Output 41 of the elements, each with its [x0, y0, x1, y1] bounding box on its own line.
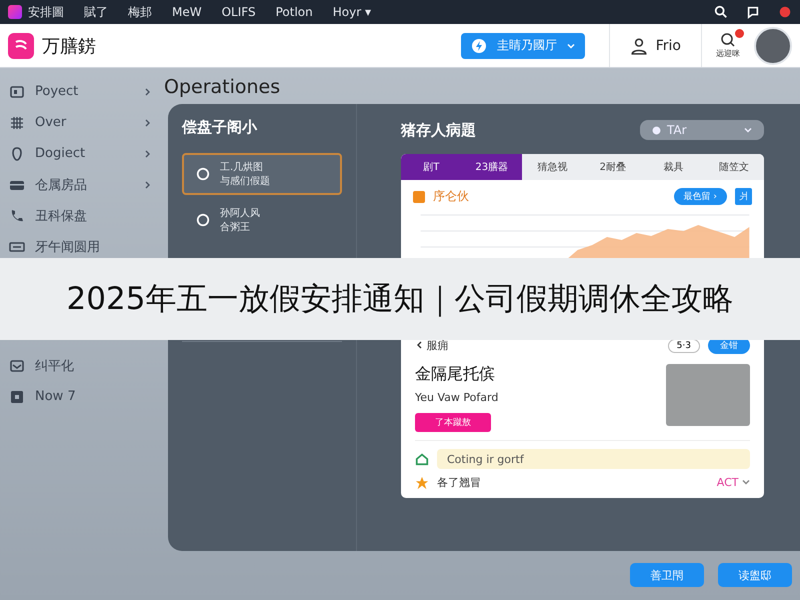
- section-heading: 猪存人病題: [401, 120, 476, 140]
- list-item[interactable]: 孙阿人风 合粥王: [182, 199, 342, 241]
- list-item[interactable]: 工.几烘图 与感们假题: [182, 153, 342, 195]
- sidebar-item[interactable]: 仓属房品: [0, 169, 160, 200]
- tab[interactable]: 2耐叠: [582, 154, 643, 180]
- menu-item[interactable]: MeW: [172, 5, 202, 19]
- primary-button[interactable]: 圭睛乃國厅: [460, 32, 585, 58]
- list-heading: 偿盘子阁小: [182, 118, 258, 137]
- footer-label: 各了翘冒: [437, 475, 481, 490]
- sidebar-item[interactable]: 纠平化: [0, 350, 160, 381]
- menu-item[interactable]: 梅邽: [128, 4, 152, 20]
- tab[interactable]: 23膳器: [462, 154, 522, 180]
- notification-label: 远迎咪: [716, 48, 740, 59]
- page-title: Operationes: [163, 75, 282, 100]
- profile-subtitle: Yeu Vaw Pofard: [415, 391, 498, 404]
- menu-item[interactable]: OLIFS: [222, 5, 256, 19]
- chart-title: 序仑伙: [433, 188, 470, 205]
- menu-item[interactable]: Potlon: [276, 5, 313, 19]
- tab[interactable]: 裁具: [643, 154, 704, 180]
- brand-label: 安排圖: [28, 4, 64, 20]
- sidebar-item[interactable]: Over: [0, 107, 160, 138]
- tab[interactable]: 猜急视: [522, 154, 582, 180]
- caption-banner: 2025年五一放假安排通知｜公司假期调休全攻略: [0, 258, 800, 340]
- chart-button[interactable]: 最色留 ›: [674, 188, 727, 205]
- sidebar-item[interactable]: 丑科保盘: [0, 200, 160, 231]
- app-name: 万膳錺: [42, 34, 96, 58]
- user-name[interactable]: Frio: [656, 38, 681, 54]
- sidebar-item[interactable]: Poyect: [0, 76, 160, 107]
- profile-tag: 了本蹴敖: [415, 413, 491, 432]
- chart-badge[interactable]: 爿: [735, 188, 752, 205]
- input-field[interactable]: Coting ir gortf: [437, 449, 750, 469]
- menu-item[interactable]: Hoyr ▾: [332, 5, 371, 19]
- sidebar-item[interactable]: Dogiect: [0, 138, 160, 169]
- footer-button[interactable]: 读盥邸: [718, 563, 792, 587]
- status-dropdown[interactable]: ACT: [716, 476, 750, 489]
- footer-button[interactable]: 善卫閇: [630, 563, 704, 587]
- profile-name: 金隔尾托傧: [415, 364, 496, 385]
- menu-item[interactable]: 賦了: [84, 4, 108, 20]
- tab[interactable]: 随笠文: [704, 154, 764, 180]
- tab[interactable]: 剧T: [401, 154, 462, 180]
- sidebar-item[interactable]: Now 7: [0, 381, 160, 412]
